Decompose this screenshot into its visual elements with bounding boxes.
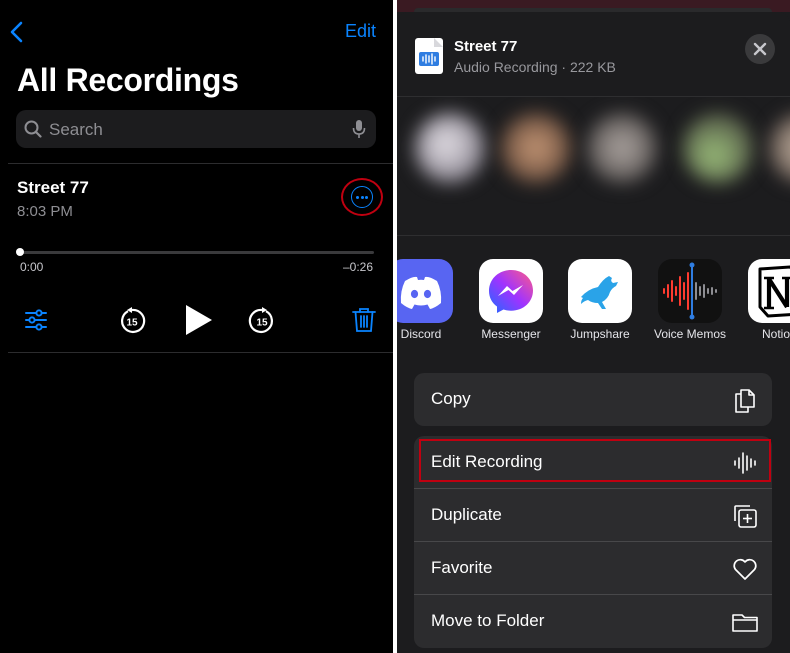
contact-avatar[interactable] <box>587 113 657 183</box>
playback-scrubber[interactable] <box>20 251 374 254</box>
action-label: Move to Folder <box>431 611 545 630</box>
airdrop-contacts-row <box>397 96 790 236</box>
action-move-to-folder[interactable]: Move to Folder <box>414 595 772 648</box>
recording-time: 8:03 PM <box>17 203 73 220</box>
playback-settings-icon[interactable] <box>24 308 48 332</box>
list-divider <box>8 352 393 353</box>
share-app-label: Messenger <box>481 327 541 341</box>
actions-group: Edit Recording Duplicate Favorite Move t… <box>414 436 772 648</box>
share-app-voice-memos[interactable]: Voice Memos <box>654 259 726 341</box>
share-app-label: Voice Memos <box>653 327 727 341</box>
skip-back-15-icon[interactable]: 15 <box>118 307 146 335</box>
action-label: Favorite <box>431 558 493 577</box>
contact-avatar[interactable] <box>683 113 753 183</box>
notion-icon <box>748 259 790 323</box>
share-sheet-screen: Street 77 Audio Recording · 222 KB Disco… <box>397 0 790 653</box>
share-app-messenger[interactable]: Messenger <box>479 259 543 341</box>
share-app-label: Notio <box>762 327 790 341</box>
contact-avatar[interactable] <box>415 113 485 183</box>
voice-memos-icon <box>658 259 722 323</box>
search-icon <box>24 120 42 138</box>
background-peek <box>397 0 790 16</box>
contact-avatar[interactable] <box>769 113 790 183</box>
action-label: Duplicate <box>431 505 502 524</box>
share-app-notion[interactable]: Notio <box>748 259 790 341</box>
share-file-subtitle: Audio Recording · 222 KB <box>454 59 616 75</box>
share-app-label: Jumpshare <box>570 327 630 341</box>
page-title: All Recordings <box>17 62 239 98</box>
contact-avatar[interactable] <box>501 113 571 183</box>
action-edit-recording[interactable]: Edit Recording <box>414 436 772 489</box>
heart-icon <box>733 558 757 580</box>
recordings-screen: Edit All Recordings Search Street 77 8:0… <box>0 0 393 653</box>
skip-back-label: 15 <box>126 318 138 329</box>
elapsed-time: 0:00 <box>20 260 44 274</box>
action-label: Copy <box>431 389 471 408</box>
edit-button[interactable]: Edit <box>345 21 376 42</box>
action-favorite[interactable]: Favorite <box>414 542 772 595</box>
audio-file-icon <box>415 38 443 74</box>
microphone-icon[interactable] <box>352 119 366 139</box>
share-app-discord[interactable]: Discord <box>397 259 453 341</box>
jumpshare-icon <box>568 259 632 323</box>
close-icon <box>753 42 767 56</box>
action-copy[interactable]: Copy <box>414 373 772 426</box>
action-duplicate[interactable]: Duplicate <box>414 489 772 542</box>
trash-icon[interactable] <box>352 307 376 333</box>
duplicate-icon <box>734 505 757 528</box>
skip-forward-15-icon[interactable]: 15 <box>248 307 276 335</box>
messenger-icon <box>479 259 543 323</box>
discord-icon <box>397 259 453 323</box>
share-app-jumpshare[interactable]: Jumpshare <box>568 259 632 341</box>
remaining-time: –0:26 <box>342 260 373 274</box>
search-input[interactable]: Search <box>16 110 376 148</box>
share-app-label: Discord <box>400 327 442 341</box>
copy-action-group: Copy <box>414 373 772 426</box>
action-label: Edit Recording <box>431 452 543 471</box>
back-chevron-icon[interactable] <box>6 20 28 44</box>
skip-forward-label: 15 <box>256 318 268 329</box>
more-options-icon[interactable] <box>351 186 373 208</box>
share-file-title: Street 77 <box>454 38 518 55</box>
scrubber-thumb[interactable] <box>16 248 24 256</box>
more-options-highlight <box>341 178 383 216</box>
folder-icon <box>732 614 758 632</box>
waveform-icon <box>734 452 756 474</box>
search-placeholder: Search <box>49 120 103 139</box>
close-button[interactable] <box>745 34 775 64</box>
list-divider <box>8 163 393 164</box>
recording-title[interactable]: Street 77 <box>17 178 89 198</box>
copy-icon <box>735 389 755 413</box>
play-icon[interactable] <box>184 304 214 336</box>
